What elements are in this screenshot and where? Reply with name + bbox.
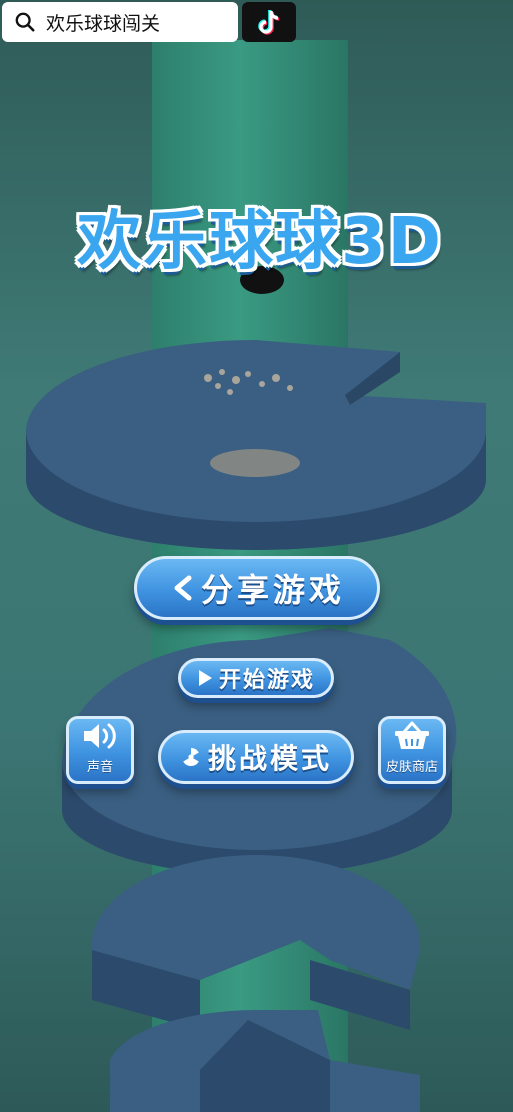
start-game-button[interactable]: 开始游戏 bbox=[178, 658, 334, 698]
skin-shop-button[interactable]: 皮肤商店 bbox=[378, 716, 446, 784]
challenge-mode-button[interactable]: 挑战模式 bbox=[158, 730, 354, 784]
share-game-label: 分享游戏 bbox=[200, 571, 345, 609]
play-icon bbox=[198, 670, 212, 686]
basket-icon bbox=[395, 721, 429, 749]
tiktok-logo-button[interactable] bbox=[242, 2, 296, 42]
speaker-icon bbox=[84, 723, 116, 749]
game-title: 欢乐球球3D bbox=[77, 205, 443, 279]
share-icon bbox=[174, 575, 192, 601]
search-icon bbox=[15, 12, 35, 32]
search-bar[interactable]: 欢乐球球闯关 bbox=[2, 2, 238, 42]
radiation-icon bbox=[183, 748, 199, 767]
skin-shop-label: 皮肤商店 bbox=[385, 760, 438, 775]
search-query: 欢乐球球闯关 bbox=[46, 12, 161, 35]
helix-platform-1 bbox=[26, 340, 486, 550]
share-game-button[interactable]: 分享游戏 bbox=[134, 556, 380, 620]
challenge-mode-label: 挑战模式 bbox=[207, 742, 332, 775]
tiktok-logo-icon bbox=[258, 9, 280, 35]
start-game-label: 开始游戏 bbox=[218, 668, 315, 693]
sound-label: 声音 bbox=[86, 760, 113, 775]
sound-button[interactable]: 声音 bbox=[66, 716, 134, 784]
